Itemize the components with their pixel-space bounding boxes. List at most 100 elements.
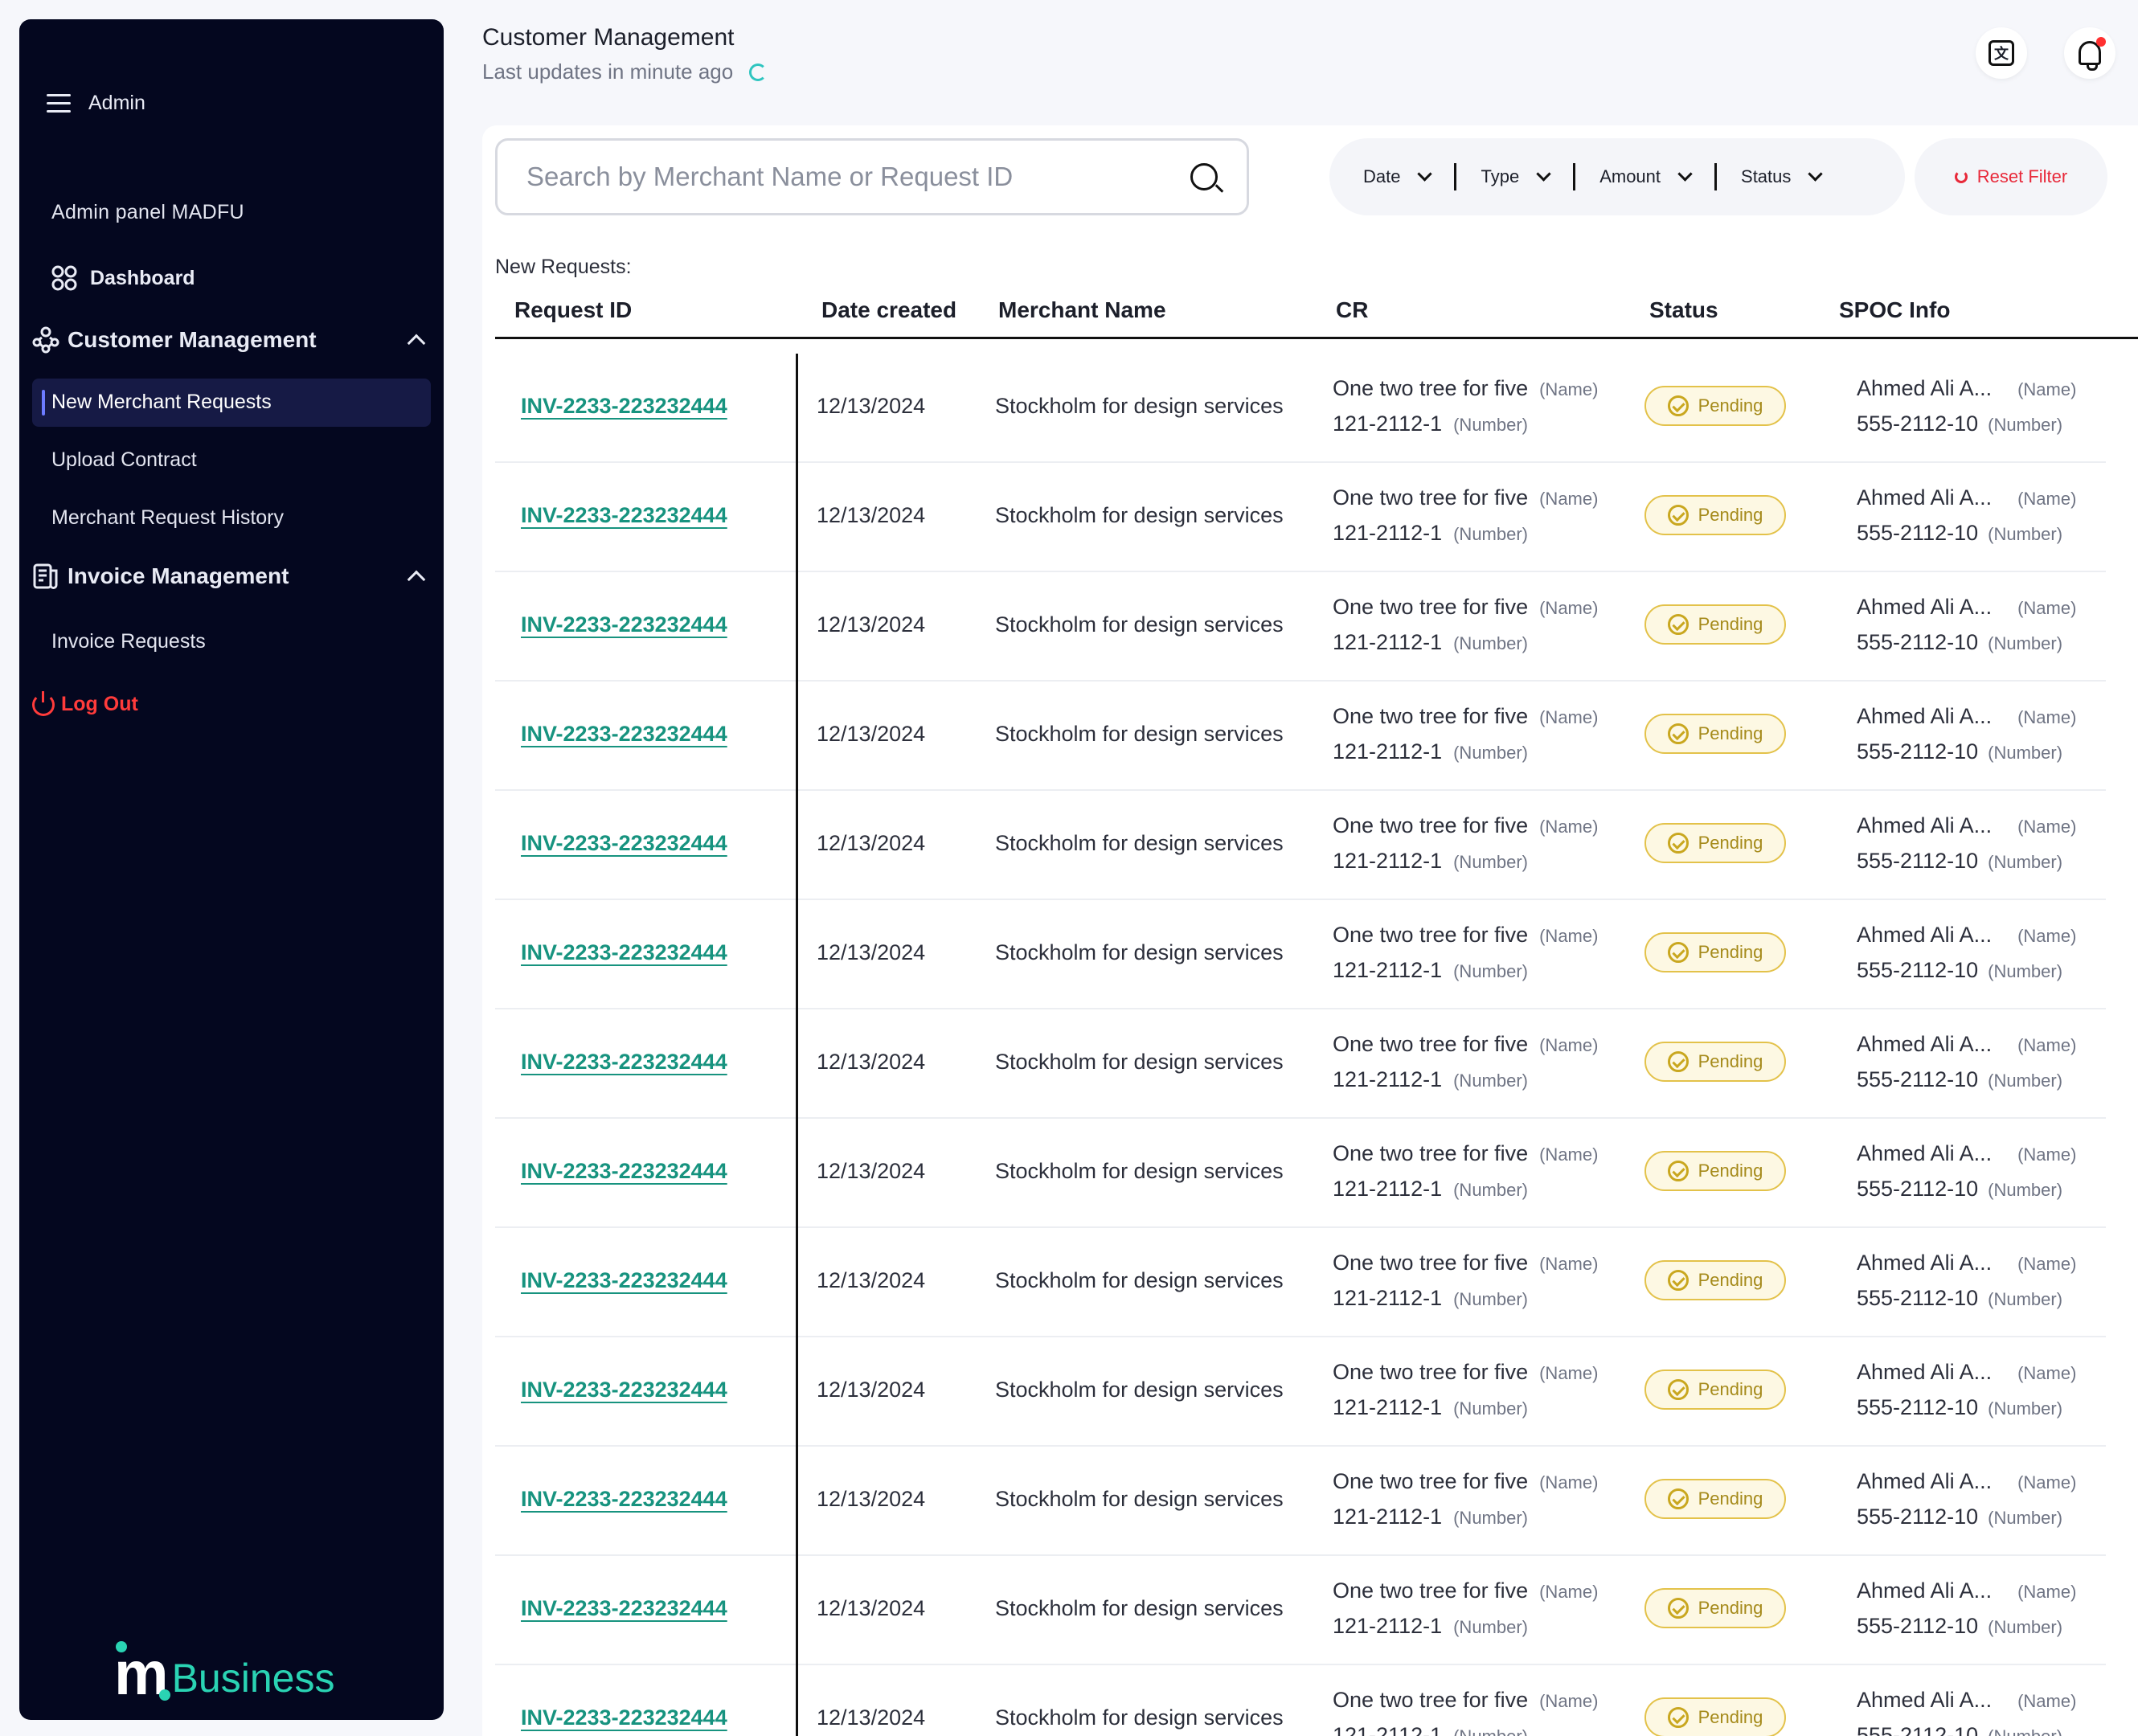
sidebar-item-dashboard[interactable]: Dashboard xyxy=(51,265,195,291)
status-badge: Pending xyxy=(1644,604,1786,645)
request-id-link[interactable]: INV-2233-223232444 xyxy=(521,1596,727,1621)
column-header[interactable]: SPOC Info xyxy=(1839,297,1950,323)
check-badge-icon xyxy=(1667,1707,1689,1728)
table-row[interactable]: INV-2233-223232444 12/13/2024 Stockholm fo… xyxy=(495,463,2106,572)
cr-number-value: 121-2112-1 xyxy=(1333,1505,1443,1529)
table-row[interactable]: INV-2233-223232444 12/13/2024 Stockholm fo… xyxy=(495,1119,2106,1228)
sidebar-item-invoice-requests[interactable]: Invoice Requests xyxy=(51,630,206,653)
column-header[interactable]: Request ID xyxy=(514,297,632,323)
spoc-number: 555-2112-10 (Number) xyxy=(1857,630,2062,655)
table-row[interactable]: INV-2233-223232444 12/13/2024 Stockholm fo… xyxy=(495,354,2106,463)
search-input[interactable] xyxy=(526,162,1153,192)
column-header[interactable]: Status xyxy=(1649,297,1718,323)
date-created: 12/13/2024 xyxy=(817,503,926,527)
date-created: 12/13/2024 xyxy=(817,1487,926,1511)
chevron-down-icon xyxy=(1536,166,1551,182)
reset-filter-label: Reset Filter xyxy=(1976,166,2068,186)
chevron-up-icon[interactable] xyxy=(407,334,426,353)
number-tag: (Number) xyxy=(1988,524,2063,544)
table-row[interactable]: INV-2233-223232444 12/13/2024 Stockholm fo… xyxy=(495,1556,2106,1665)
request-id-link[interactable]: INV-2233-223232444 xyxy=(521,940,727,965)
number-tag: (Number) xyxy=(1988,1508,2063,1528)
filter-amount[interactable]: Amount xyxy=(1599,166,1693,187)
name-tag: (Name) xyxy=(1539,707,1599,727)
request-id-link[interactable]: INV-2233-223232444 xyxy=(521,1159,727,1184)
translate-button[interactable]: 文 xyxy=(1976,27,2027,79)
table-row[interactable]: INV-2233-223232444 12/13/2024 Stockholm fo… xyxy=(495,900,2106,1009)
sidebar-item-merchant-request-history[interactable]: Merchant Request History xyxy=(51,506,284,530)
number-tag: (Number) xyxy=(1988,415,2063,435)
request-id-link[interactable]: INV-2233-223232444 xyxy=(521,831,727,856)
notifications-button[interactable] xyxy=(2064,27,2115,79)
filter-date[interactable]: Date xyxy=(1363,166,1433,187)
request-id-link[interactable]: INV-2233-223232444 xyxy=(521,1268,727,1293)
number-tag: (Number) xyxy=(1453,1180,1529,1200)
column-header[interactable]: Date created xyxy=(821,297,956,323)
spoc-number-value: 555-2112-10 xyxy=(1857,958,1979,982)
merchant-name: Stockholm for design services xyxy=(995,1050,1284,1074)
request-id-link[interactable]: INV-2233-223232444 xyxy=(521,394,727,419)
status-text: Pending xyxy=(1698,1707,1763,1727)
cr-number-value: 121-2112-1 xyxy=(1333,1067,1443,1091)
spoc-number-value: 555-2112-10 xyxy=(1857,1286,1979,1310)
spoc-name: Ahmed Ali A... (Name) xyxy=(1857,1360,2076,1385)
table-row[interactable]: INV-2233-223232444 12/13/2024 Stockholm fo… xyxy=(495,1337,2106,1447)
search-bar[interactable] xyxy=(495,138,1249,215)
request-id-link[interactable]: INV-2233-223232444 xyxy=(521,722,727,747)
cr-name-value: One two tree for five xyxy=(1333,1578,1529,1603)
status-badge: Pending xyxy=(1644,1697,1786,1736)
logo-dot xyxy=(116,1641,127,1652)
reset-filter-button[interactable]: Reset Filter xyxy=(1915,138,2107,215)
cr-name-value: One two tree for five xyxy=(1333,1141,1529,1165)
table-row[interactable]: INV-2233-223232444 12/13/2024 Stockholm fo… xyxy=(495,572,2106,682)
status-text: Pending xyxy=(1698,1161,1763,1181)
chevron-up-icon[interactable] xyxy=(407,570,426,589)
cr-name-value: One two tree for five xyxy=(1333,1688,1529,1712)
sidebar-item-new-merchant-requests[interactable]: New Merchant Requests xyxy=(51,391,272,414)
table-row[interactable]: INV-2233-223232444 12/13/2024 Stockholm fo… xyxy=(495,1665,2106,1736)
request-id-link[interactable]: INV-2233-223232444 xyxy=(521,1487,727,1512)
status-badge: Pending xyxy=(1644,932,1786,972)
refresh-icon[interactable] xyxy=(749,63,768,81)
table-row[interactable]: INV-2233-223232444 12/13/2024 Stockholm fo… xyxy=(495,682,2106,791)
name-tag: (Name) xyxy=(2017,489,2077,509)
number-tag: (Number) xyxy=(1453,852,1529,872)
spoc-number: 555-2112-10 (Number) xyxy=(1857,1177,2062,1202)
request-id-link[interactable]: INV-2233-223232444 xyxy=(521,1378,727,1402)
cr-name-value: One two tree for five xyxy=(1333,1032,1529,1056)
request-id-link[interactable]: INV-2233-223232444 xyxy=(521,503,727,528)
status-text: Pending xyxy=(1698,505,1763,525)
name-tag: (Name) xyxy=(2017,598,2077,618)
name-tag: (Name) xyxy=(2017,1363,2077,1383)
name-tag: (Name) xyxy=(2017,1035,2077,1055)
date-created: 12/13/2024 xyxy=(817,1159,926,1183)
request-id-link[interactable]: INV-2233-223232444 xyxy=(521,612,727,637)
status-text: Pending xyxy=(1698,942,1763,962)
menu-icon[interactable] xyxy=(47,93,71,113)
request-id-link[interactable]: INV-2233-223232444 xyxy=(521,1050,727,1075)
cr-number: 121-2112-1 (Number) xyxy=(1333,739,1528,764)
filter-type[interactable]: Type xyxy=(1481,166,1551,187)
last-updated-text: Last updates in minute ago xyxy=(482,59,734,84)
table-row[interactable]: INV-2233-223232444 12/13/2024 Stockholm fo… xyxy=(495,791,2106,900)
filter-status[interactable]: Status xyxy=(1741,166,1824,187)
cr-name-value: One two tree for five xyxy=(1333,704,1529,728)
panel-title: Admin panel MADFU xyxy=(51,201,244,223)
spoc-name: Ahmed Ali A... (Name) xyxy=(1857,485,2076,510)
sidebar-item-upload-contract[interactable]: Upload Contract xyxy=(51,448,197,472)
cr-name-value: One two tree for five xyxy=(1333,595,1529,619)
logout-button[interactable]: Log Out xyxy=(32,690,138,716)
request-id-link[interactable]: INV-2233-223232444 xyxy=(521,1705,727,1730)
date-created: 12/13/2024 xyxy=(817,612,926,637)
table-row[interactable]: INV-2233-223232444 12/13/2024 Stockholm fo… xyxy=(495,1228,2106,1337)
column-header[interactable]: CR xyxy=(1336,297,1368,323)
dashboard-icon xyxy=(51,265,77,291)
status-badge: Pending xyxy=(1644,714,1786,754)
sidebar-group-customer-management[interactable]: Customer Management xyxy=(32,326,431,354)
search-icon[interactable] xyxy=(1190,163,1218,190)
column-header[interactable]: Merchant Name xyxy=(998,297,1166,323)
table-row[interactable]: INV-2233-223232444 12/13/2024 Stockholm fo… xyxy=(495,1009,2106,1119)
sidebar-group-invoice-management[interactable]: Invoice Management xyxy=(32,563,431,590)
cr-name: One two tree for five (Name) xyxy=(1333,485,1598,510)
table-row[interactable]: INV-2233-223232444 12/13/2024 Stockholm fo… xyxy=(495,1447,2106,1556)
